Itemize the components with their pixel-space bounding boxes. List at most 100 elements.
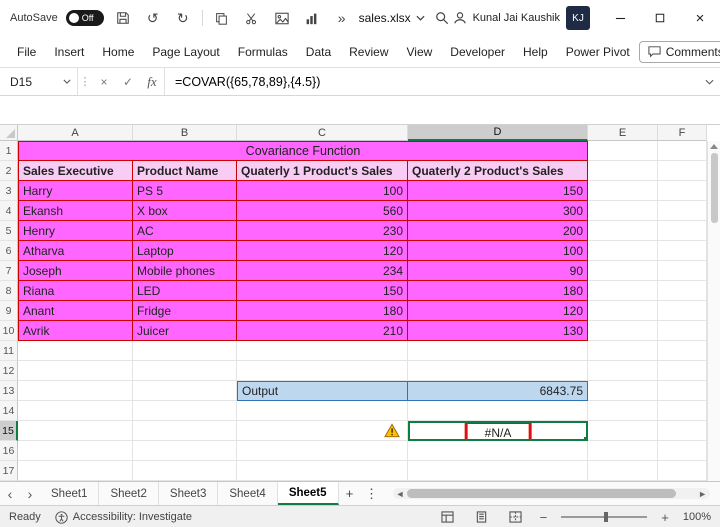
cell-e8[interactable] [588, 281, 658, 301]
error-warning-icon[interactable] [384, 423, 400, 438]
cell-f2[interactable] [658, 161, 707, 181]
close-button[interactable]: × [680, 0, 720, 36]
cell-c5[interactable]: 230 [237, 221, 408, 241]
accessibility-status[interactable]: Accessibility: Investigate [55, 511, 192, 524]
cell-f4[interactable] [658, 201, 707, 221]
page-layout-view-icon[interactable] [472, 508, 492, 526]
cell-e9[interactable] [588, 301, 658, 321]
tab-home[interactable]: Home [93, 41, 143, 63]
cell-f9[interactable] [658, 301, 707, 321]
column-header-b[interactable]: B [133, 125, 237, 141]
cell-c8[interactable]: 150 [237, 281, 408, 301]
cell-b13[interactable] [133, 381, 237, 401]
cell-d17[interactable] [408, 461, 588, 481]
cell-a11[interactable] [18, 341, 133, 361]
cell-f16[interactable] [658, 441, 707, 461]
cell-b8[interactable]: LED [133, 281, 237, 301]
tab-view[interactable]: View [398, 41, 442, 63]
cell-d4[interactable]: 300 [408, 201, 588, 221]
chart-icon[interactable] [301, 7, 323, 29]
tab-developer[interactable]: Developer [441, 41, 514, 63]
document-title[interactable]: sales.xlsx [359, 11, 425, 25]
undo-icon[interactable]: ↺ [142, 7, 164, 29]
comments-button[interactable]: Comments [639, 41, 720, 63]
tab-data[interactable]: Data [297, 41, 340, 63]
row-header-13[interactable]: 13 [0, 381, 18, 401]
cell-c13-output-label[interactable]: Output [237, 381, 408, 401]
row-header-14[interactable]: 14 [0, 401, 18, 421]
cell-a5[interactable]: Henry [18, 221, 133, 241]
row-header-17[interactable]: 17 [0, 461, 18, 481]
cell-c4[interactable]: 560 [237, 201, 408, 221]
cell-e17[interactable] [588, 461, 658, 481]
formula-input[interactable]: =COVAR({65,78,89},{4.5}) [164, 68, 698, 95]
page-break-view-icon[interactable] [506, 508, 526, 526]
formula-bar-collapse-icon[interactable] [698, 68, 720, 95]
cell-b11[interactable] [133, 341, 237, 361]
column-header-d-selected[interactable]: D [408, 125, 588, 141]
picture-icon[interactable] [271, 7, 293, 29]
cell-e15[interactable] [588, 421, 658, 441]
cell-f7[interactable] [658, 261, 707, 281]
cell-d10[interactable]: 130 [408, 321, 588, 341]
cell-e6[interactable] [588, 241, 658, 261]
redo-icon[interactable]: ↻ [172, 7, 194, 29]
row-header-4[interactable]: 4 [0, 201, 18, 221]
horizontal-scroll-thumb[interactable] [407, 489, 676, 498]
minimize-button[interactable] [600, 0, 640, 36]
sheet-tab-sheet5-active[interactable]: Sheet5 [278, 482, 339, 505]
maximize-button[interactable] [640, 0, 680, 36]
sheet-nav-right-icon[interactable]: › [20, 482, 40, 505]
cell-b9[interactable]: Fridge [133, 301, 237, 321]
confirm-entry-icon[interactable]: ✓ [116, 68, 140, 95]
cell-d9[interactable]: 120 [408, 301, 588, 321]
cell-a15[interactable] [18, 421, 133, 441]
cell-a12[interactable] [18, 361, 133, 381]
tab-insert[interactable]: Insert [45, 41, 93, 63]
row-header-2[interactable]: 2 [0, 161, 18, 181]
cell-f10[interactable] [658, 321, 707, 341]
cell-b3[interactable]: PS 5 [133, 181, 237, 201]
cell-e1[interactable] [588, 141, 658, 161]
cell-a10[interactable]: Avrik [18, 321, 133, 341]
row-header-10[interactable]: 10 [0, 321, 18, 341]
scroll-right-icon[interactable]: ► [695, 489, 710, 499]
column-header-a[interactable]: A [18, 125, 133, 141]
row-header-7[interactable]: 7 [0, 261, 18, 281]
cell-e13[interactable] [588, 381, 658, 401]
sheet-tab-sheet2[interactable]: Sheet2 [99, 482, 158, 505]
cell-d7[interactable]: 90 [408, 261, 588, 281]
cell-c11[interactable] [237, 341, 408, 361]
cell-c3[interactable]: 100 [237, 181, 408, 201]
cell-a16[interactable] [18, 441, 133, 461]
tab-help[interactable]: Help [514, 41, 557, 63]
row-header-16[interactable]: 16 [0, 441, 18, 461]
column-header-f[interactable]: F [658, 125, 707, 141]
cell-a9[interactable]: Anant [18, 301, 133, 321]
cell-a3[interactable]: Harry [18, 181, 133, 201]
cell-a17[interactable] [18, 461, 133, 481]
cell-f13[interactable] [658, 381, 707, 401]
row-header-6[interactable]: 6 [0, 241, 18, 261]
cell-d6[interactable]: 100 [408, 241, 588, 261]
tab-review[interactable]: Review [340, 41, 397, 63]
zoom-slider-thumb[interactable] [604, 512, 608, 522]
cell-a4[interactable]: Ekansh [18, 201, 133, 221]
cell-d16[interactable] [408, 441, 588, 461]
cell-f6[interactable] [658, 241, 707, 261]
avatar[interactable]: KJ [566, 6, 590, 30]
normal-view-icon[interactable] [438, 508, 458, 526]
row-header-3[interactable]: 3 [0, 181, 18, 201]
scroll-up-icon[interactable] [710, 144, 718, 149]
insert-function-icon[interactable]: fx [140, 68, 164, 95]
sheet-tab-sheet1[interactable]: Sheet1 [40, 482, 99, 505]
cell-c14[interactable] [237, 401, 408, 421]
cell-b10[interactable]: Juicer [133, 321, 237, 341]
column-header-e[interactable]: E [588, 125, 658, 141]
cell-d8[interactable]: 180 [408, 281, 588, 301]
cell-a2[interactable]: Sales Executive [18, 161, 133, 181]
cell-d3[interactable]: 150 [408, 181, 588, 201]
vertical-scrollbar[interactable] [707, 141, 720, 481]
cell-e5[interactable] [588, 221, 658, 241]
cell-a8[interactable]: Riana [18, 281, 133, 301]
